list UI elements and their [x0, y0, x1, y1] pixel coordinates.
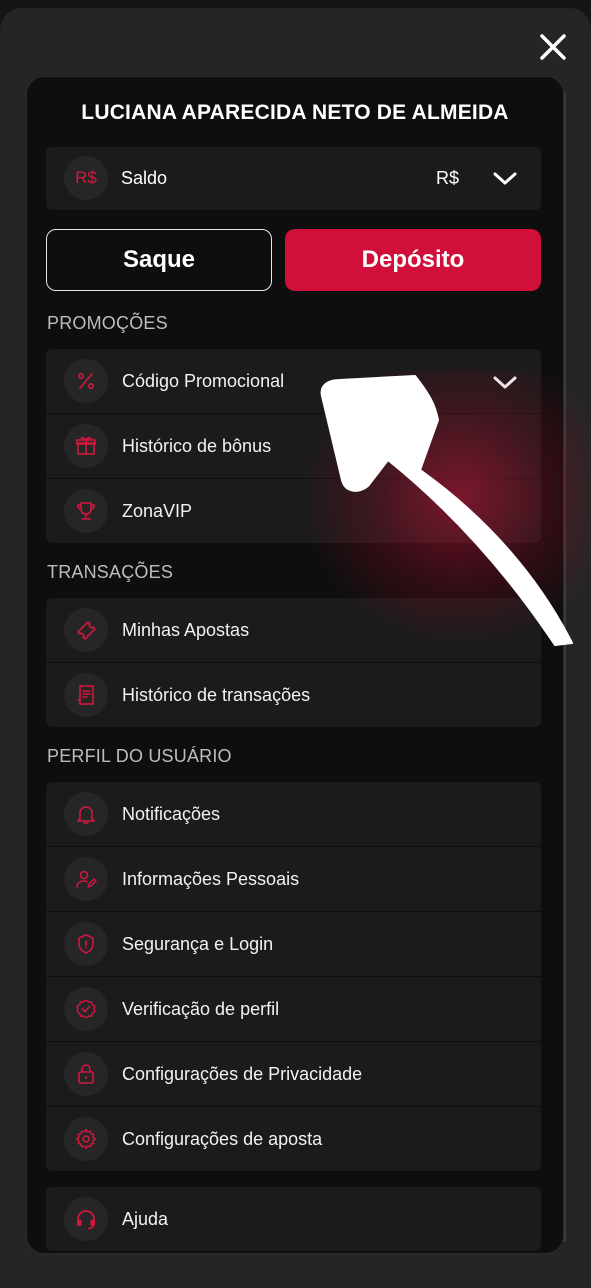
section-title-promotions: PROMOÇÕES	[47, 313, 168, 333]
transactions-group: Minhas Apostas Histórico de transações	[46, 598, 541, 727]
menu-item-bonus-history[interactable]: Histórico de bônus	[46, 414, 541, 479]
lock-icon	[64, 1052, 108, 1096]
currency-icon: R$	[64, 156, 108, 200]
promotions-group: Código Promocional Histórico de bônus Zo…	[46, 349, 541, 543]
menu-item-label: Histórico de bônus	[122, 436, 272, 456]
chevron-down-icon[interactable]	[492, 371, 518, 393]
receipt-icon	[64, 673, 108, 717]
profile-group: Notificações Informações Pessoais Segura…	[46, 782, 541, 1171]
menu-item-notifications[interactable]: Notificações	[46, 782, 541, 847]
menu-item-security-login[interactable]: Segurança e Login	[46, 912, 541, 977]
close-button[interactable]	[532, 26, 574, 68]
user-name: LUCIANA APARECIDA NETO DE ALMEIDA	[81, 101, 509, 124]
menu-item-label: Verificação de perfil	[122, 999, 280, 1019]
help-group: Ajuda	[46, 1187, 541, 1251]
menu-item-help[interactable]: Ajuda	[46, 1187, 541, 1251]
menu-item-label: Código Promocional	[122, 371, 285, 391]
trophy-icon	[64, 489, 108, 533]
menu-item-label: Ajuda	[122, 1209, 169, 1229]
menu-item-promo-code[interactable]: Código Promocional	[46, 349, 541, 414]
balance-currency: R$	[436, 168, 460, 188]
percent-icon	[64, 359, 108, 403]
menu-item-label: ZonaVIP	[122, 501, 193, 521]
section-title-transactions: TRANSAÇÕES	[47, 562, 174, 582]
chevron-down-icon[interactable]	[492, 167, 518, 189]
menu-item-profile-verification[interactable]: Verificação de perfil	[46, 977, 541, 1042]
balance-label: Saldo	[121, 168, 168, 188]
currency-icon-text: R$	[75, 168, 97, 187]
menu-item-label: Histórico de transações	[122, 685, 311, 705]
close-icon	[540, 34, 566, 60]
menu-item-label: Notificações	[122, 804, 221, 824]
menu-item-privacy-settings[interactable]: Configurações de Privacidade	[46, 1042, 541, 1107]
ticket-icon	[64, 608, 108, 652]
gift-icon	[64, 424, 108, 468]
gear-icon	[64, 1117, 108, 1161]
headset-icon	[64, 1197, 108, 1241]
menu-item-label: Informações Pessoais	[122, 869, 300, 889]
balance-card[interactable]: R$ Saldo R$	[46, 147, 541, 210]
menu-item-label: Segurança e Login	[122, 934, 274, 954]
menu-item-label: Configurações de Privacidade	[122, 1064, 363, 1084]
menu-item-label: Configurações de aposta	[122, 1129, 323, 1149]
menu-item-my-bets[interactable]: Minhas Apostas	[46, 598, 541, 663]
shield-icon	[64, 922, 108, 966]
menu-item-personal-info[interactable]: Informações Pessoais	[46, 847, 541, 912]
menu-item-bet-settings[interactable]: Configurações de aposta	[46, 1107, 541, 1171]
user-edit-icon	[64, 857, 108, 901]
account-menu-panel: LUCIANA APARECIDA NETO DE ALMEIDA R$ Sal…	[26, 76, 564, 1254]
menu-item-transaction-history[interactable]: Histórico de transações	[46, 663, 541, 727]
menu-item-zonavip[interactable]: ZonaVIP	[46, 479, 541, 543]
verified-badge-icon	[64, 987, 108, 1031]
menu-item-label: Minhas Apostas	[122, 620, 250, 640]
section-title-profile: PERFIL DO USUÁRIO	[47, 746, 232, 766]
deposit-button[interactable]: Depósito	[285, 229, 541, 291]
bell-icon	[64, 792, 108, 836]
withdraw-button[interactable]: Saque	[46, 229, 272, 291]
